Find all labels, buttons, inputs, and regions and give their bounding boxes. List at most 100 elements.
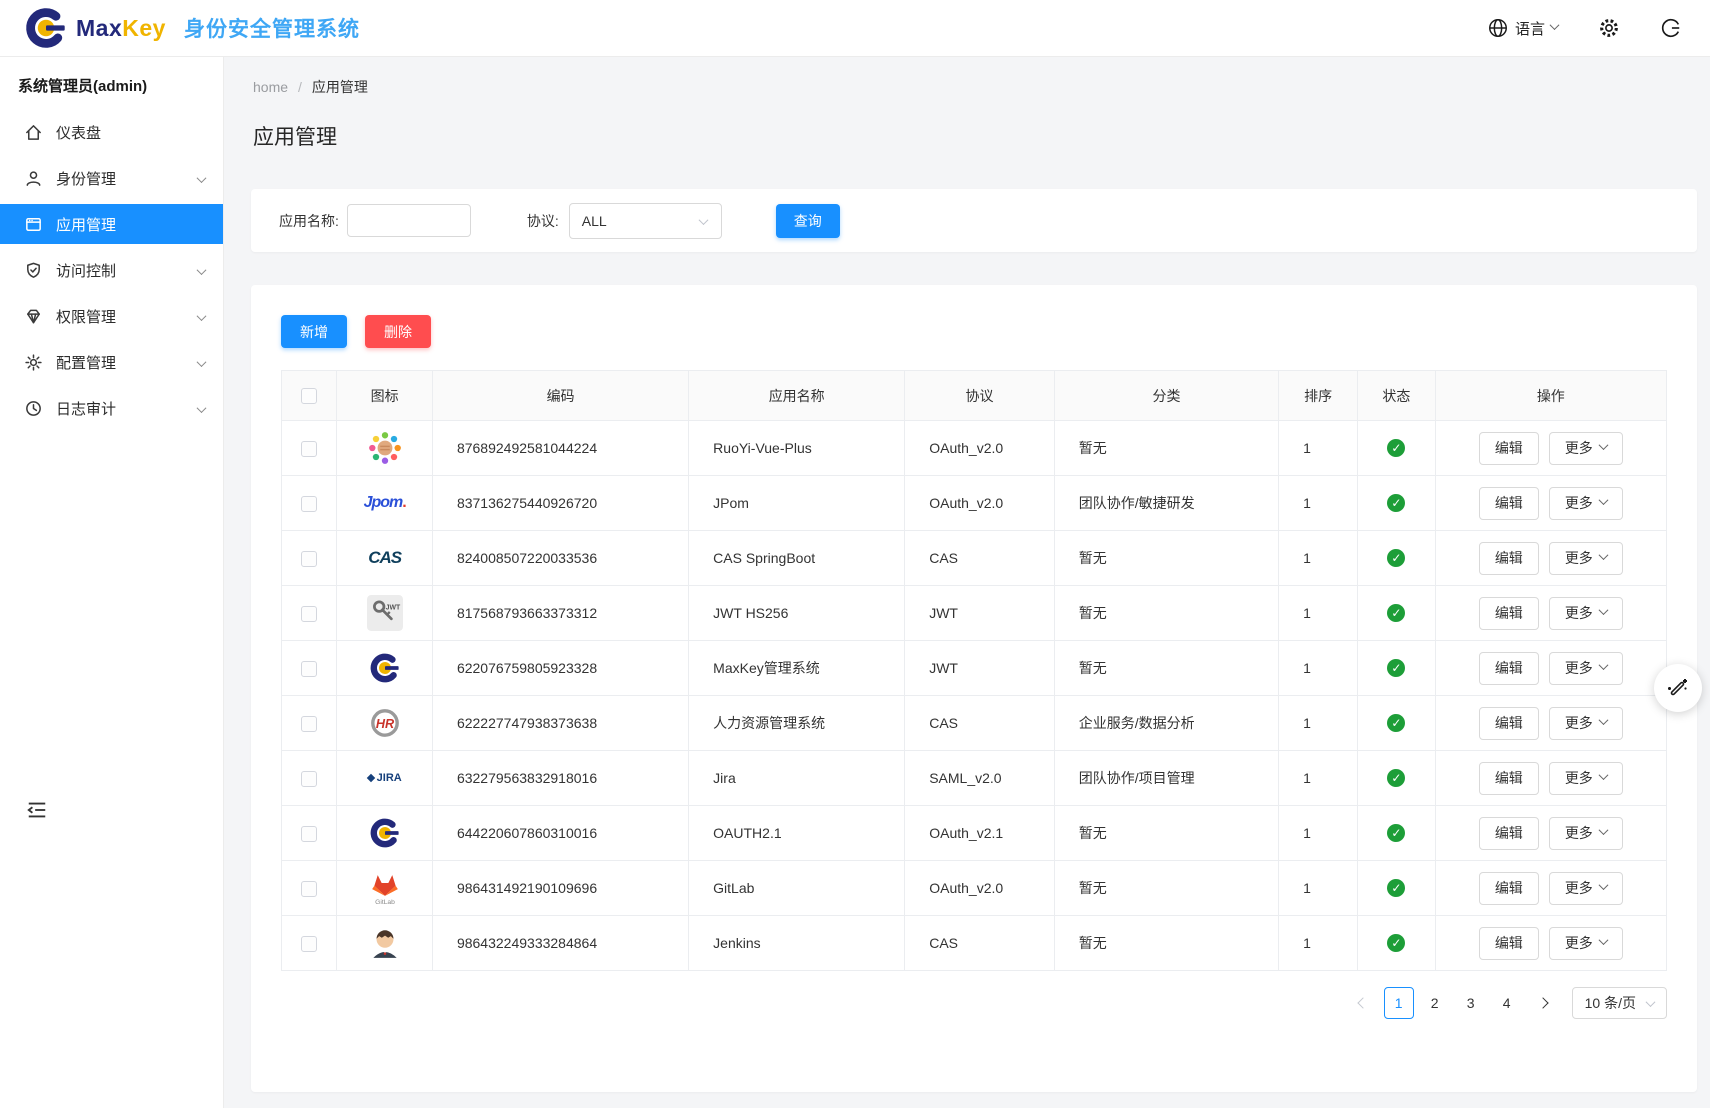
edit-button[interactable]: 编辑 bbox=[1479, 872, 1539, 905]
app-code: 632279563832918016 bbox=[432, 751, 688, 806]
app-code: 876892492581044224 bbox=[432, 421, 688, 476]
app-category: 企业服务/数据分析 bbox=[1054, 696, 1278, 751]
row-checkbox[interactable] bbox=[301, 496, 317, 512]
sidebar-item-label: 访问控制 bbox=[56, 260, 116, 281]
edit-button[interactable]: 编辑 bbox=[1479, 927, 1539, 960]
chevron-down-icon bbox=[1598, 880, 1608, 890]
table-row: HR622227747938373638人力资源管理系统CAS企业服务/数据分析… bbox=[282, 696, 1667, 751]
svg-text:GitLab: GitLab bbox=[375, 899, 395, 906]
chevron-down-icon bbox=[1598, 605, 1608, 615]
jira-app-icon: JIRA bbox=[365, 758, 405, 798]
sidebar-menu: 仪表盘身份管理应用管理访问控制权限管理配置管理日志审计 bbox=[0, 112, 223, 428]
row-checkbox[interactable] bbox=[301, 716, 317, 732]
app-protocol: CAS bbox=[905, 696, 1055, 751]
logout-icon[interactable] bbox=[1660, 17, 1682, 39]
edit-button[interactable]: 编辑 bbox=[1479, 762, 1539, 795]
maxkey-logo-icon bbox=[24, 6, 68, 50]
app-sort: 1 bbox=[1279, 861, 1358, 916]
row-checkbox[interactable] bbox=[301, 881, 317, 897]
app-protocol: SAML_v2.0 bbox=[905, 751, 1055, 806]
more-button[interactable]: 更多 bbox=[1549, 432, 1623, 465]
more-button[interactable]: 更多 bbox=[1549, 872, 1623, 905]
add-button[interactable]: 新增 bbox=[281, 315, 347, 348]
app-sort: 1 bbox=[1279, 531, 1358, 586]
more-button[interactable]: 更多 bbox=[1549, 487, 1623, 520]
magic-wand-button[interactable] bbox=[1654, 664, 1702, 712]
sidebar-item-2[interactable]: 应用管理 bbox=[0, 204, 223, 244]
edit-button[interactable]: 编辑 bbox=[1479, 432, 1539, 465]
row-checkbox[interactable] bbox=[301, 826, 317, 842]
pagination-page-4[interactable]: 4 bbox=[1492, 987, 1522, 1019]
row-checkbox[interactable] bbox=[301, 606, 317, 622]
app-sort: 1 bbox=[1279, 751, 1358, 806]
pagination-page-3[interactable]: 3 bbox=[1456, 987, 1486, 1019]
status-enabled-icon: ✓ bbox=[1387, 934, 1405, 952]
column-header: 协议 bbox=[905, 371, 1055, 421]
more-button[interactable]: 更多 bbox=[1549, 817, 1623, 850]
table-row: GitLab986431492190109696GitLabOAuth_v2.0… bbox=[282, 861, 1667, 916]
protocol-select-value: ALL bbox=[582, 213, 607, 229]
app-sort: 1 bbox=[1279, 806, 1358, 861]
edit-button[interactable]: 编辑 bbox=[1479, 542, 1539, 575]
pagination-page-2[interactable]: 2 bbox=[1420, 987, 1450, 1019]
applications-panel: 新增 删除 图标编码应用名称协议分类排序状态操作 876892492581044… bbox=[251, 285, 1697, 1092]
row-checkbox[interactable] bbox=[301, 551, 317, 567]
app-name: OAUTH2.1 bbox=[689, 806, 905, 861]
sidebar-item-4[interactable]: 权限管理 bbox=[0, 296, 223, 336]
sidebar-item-1[interactable]: 身份管理 bbox=[0, 158, 223, 198]
sidebar: 系统管理员(admin) 仪表盘身份管理应用管理访问控制权限管理配置管理日志审计 bbox=[0, 57, 224, 1108]
row-checkbox[interactable] bbox=[301, 771, 317, 787]
pagination-page-1[interactable]: 1 bbox=[1384, 987, 1414, 1019]
pagination-next-icon[interactable] bbox=[1528, 987, 1558, 1019]
more-button[interactable]: 更多 bbox=[1549, 652, 1623, 685]
sidebar-item-label: 身份管理 bbox=[56, 168, 116, 189]
edit-button[interactable]: 编辑 bbox=[1479, 817, 1539, 850]
app-name-input[interactable] bbox=[347, 204, 471, 237]
settings-gear-icon[interactable] bbox=[1598, 17, 1620, 39]
sidebar-item-0[interactable]: 仪表盘 bbox=[0, 112, 223, 152]
language-menu[interactable]: 语言 bbox=[1487, 17, 1558, 39]
row-checkbox[interactable] bbox=[301, 441, 317, 457]
row-checkbox[interactable] bbox=[301, 936, 317, 952]
edit-button[interactable]: 编辑 bbox=[1479, 487, 1539, 520]
edit-button[interactable]: 编辑 bbox=[1479, 707, 1539, 740]
breadcrumb-current: 应用管理 bbox=[312, 77, 368, 97]
search-button[interactable]: 查询 bbox=[776, 204, 840, 238]
sidebar-item-label: 权限管理 bbox=[56, 306, 116, 327]
sidebar-collapse-icon[interactable] bbox=[26, 799, 48, 821]
breadcrumb-home-link[interactable]: home bbox=[253, 79, 288, 95]
app-protocol: OAuth_v2.0 bbox=[905, 476, 1055, 531]
chevron-down-icon bbox=[1598, 770, 1608, 780]
edit-button[interactable]: 编辑 bbox=[1479, 652, 1539, 685]
jenkins-app-icon bbox=[365, 923, 405, 963]
select-all-checkbox[interactable] bbox=[301, 388, 317, 404]
column-header: 分类 bbox=[1054, 371, 1278, 421]
app-header: MaxKey 身份安全管理系统 语言 bbox=[0, 0, 1710, 57]
app-code: 644220607860310016 bbox=[432, 806, 688, 861]
delete-button[interactable]: 删除 bbox=[365, 315, 431, 348]
more-button[interactable]: 更多 bbox=[1549, 762, 1623, 795]
edit-button[interactable]: 编辑 bbox=[1479, 597, 1539, 630]
svg-text:HR: HR bbox=[376, 717, 395, 731]
app-category: 暂无 bbox=[1054, 806, 1278, 861]
sidebar-item-3[interactable]: 访问控制 bbox=[0, 250, 223, 290]
applications-table: 图标编码应用名称协议分类排序状态操作 876892492581044224Ruo… bbox=[281, 370, 1667, 971]
app-code: 824008507220033536 bbox=[432, 531, 688, 586]
sidebar-item-6[interactable]: 日志审计 bbox=[0, 388, 223, 428]
row-checkbox[interactable] bbox=[301, 661, 317, 677]
sidebar-item-5[interactable]: 配置管理 bbox=[0, 342, 223, 382]
page-size-select[interactable]: 10 条/页 bbox=[1572, 987, 1667, 1019]
protocol-select[interactable]: ALL bbox=[569, 203, 722, 239]
more-button[interactable]: 更多 bbox=[1549, 542, 1623, 575]
chevron-down-icon bbox=[197, 403, 207, 413]
more-button[interactable]: 更多 bbox=[1549, 707, 1623, 740]
gitlab-app-icon: GitLab bbox=[365, 868, 405, 908]
chevron-down-icon bbox=[1598, 495, 1608, 505]
more-button[interactable]: 更多 bbox=[1549, 927, 1623, 960]
chevron-down-icon bbox=[1598, 825, 1608, 835]
status-enabled-icon: ✓ bbox=[1387, 714, 1405, 732]
brand-subtitle: 身份安全管理系统 bbox=[184, 13, 360, 43]
pagination-prev-icon[interactable] bbox=[1348, 987, 1378, 1019]
more-button[interactable]: 更多 bbox=[1549, 597, 1623, 630]
status-enabled-icon: ✓ bbox=[1387, 824, 1405, 842]
